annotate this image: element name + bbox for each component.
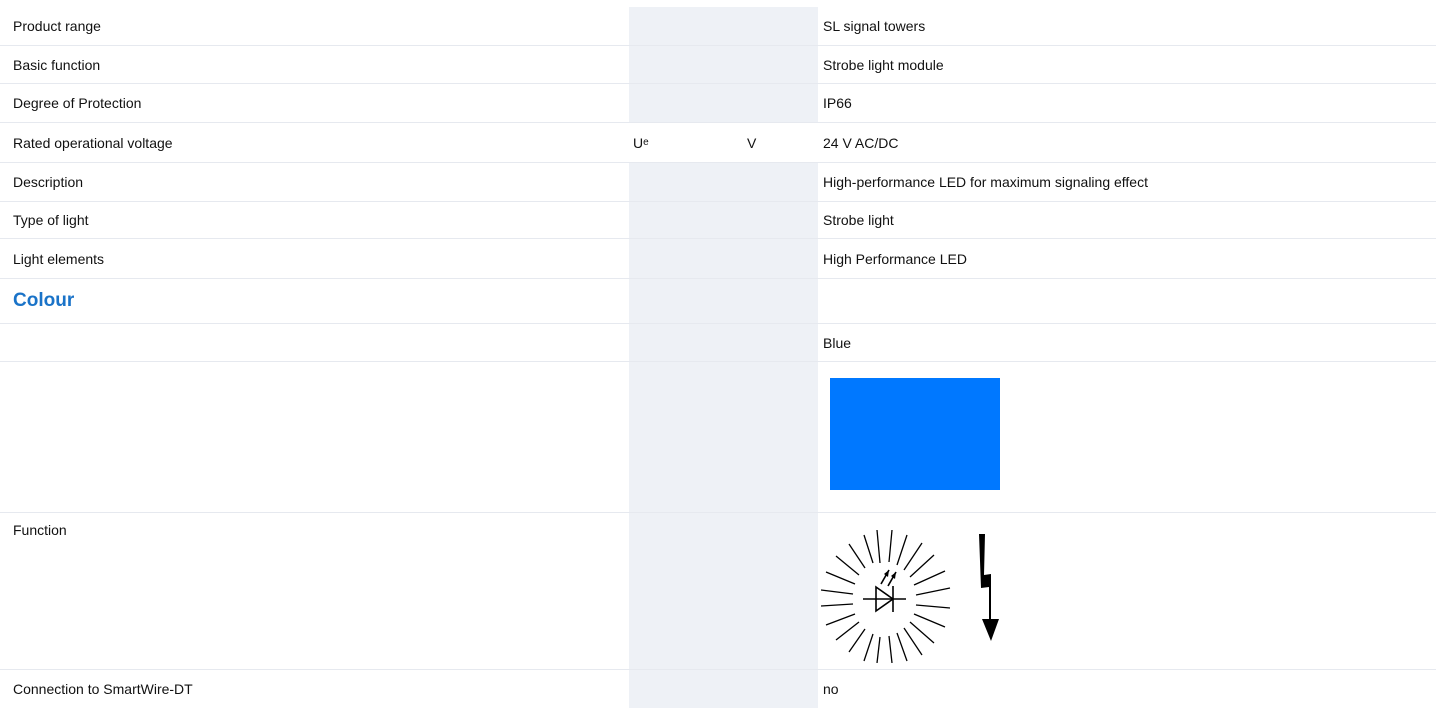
row-value: High Performance LED xyxy=(823,250,967,267)
row-label: Basic function xyxy=(13,56,101,73)
row-label: Function xyxy=(13,522,67,538)
row-label: Connection to SmartWire-DT xyxy=(13,681,193,697)
row-value: Strobe light xyxy=(823,212,894,228)
row-value: 24 V AC/DC xyxy=(823,134,899,151)
table-row: Description High-performance LED for max… xyxy=(0,163,1436,202)
table-row: Light elements High Performance LED xyxy=(0,239,1436,279)
row-value: SL signal towers xyxy=(823,18,926,34)
section-header-row: Colour xyxy=(0,279,1436,324)
row-label: Light elements xyxy=(13,250,105,267)
table-row: Product range SL signal towers xyxy=(0,7,1436,46)
row-unit: V xyxy=(747,134,757,151)
row-label: Rated operational voltage xyxy=(13,134,173,151)
row-label: Description xyxy=(13,174,84,190)
colour-swatch xyxy=(830,378,1000,490)
table-row: Degree of Protection IP66 xyxy=(0,84,1436,123)
section-title-colour: Colour xyxy=(13,290,75,311)
strobe-led-flash-icon xyxy=(821,529,999,663)
table-row: Function xyxy=(0,513,1436,670)
table-row: Connection to SmartWire-DT no xyxy=(0,670,1436,708)
table-row: Basic function Strobe light module xyxy=(0,46,1436,84)
row-label: Type of light xyxy=(13,212,89,228)
table-row: Rated operational voltage Ue V 24 V AC/D… xyxy=(0,123,1436,163)
table-row: Blue xyxy=(0,324,1436,362)
row-value: IP66 xyxy=(823,95,852,111)
table-row xyxy=(0,362,1436,513)
row-value: Strobe light module xyxy=(823,56,944,73)
table-row: Type of light Strobe light xyxy=(0,202,1436,239)
row-label: Product range xyxy=(13,18,101,34)
row-value: no xyxy=(823,681,839,697)
row-value: High-performance LED for maximum signali… xyxy=(823,174,1148,190)
row-symbol: Ue xyxy=(633,134,649,151)
row-label: Degree of Protection xyxy=(13,95,142,111)
spec-table: Product range SL signal towers Basic fun… xyxy=(0,7,1436,708)
colour-value: Blue xyxy=(823,334,852,351)
